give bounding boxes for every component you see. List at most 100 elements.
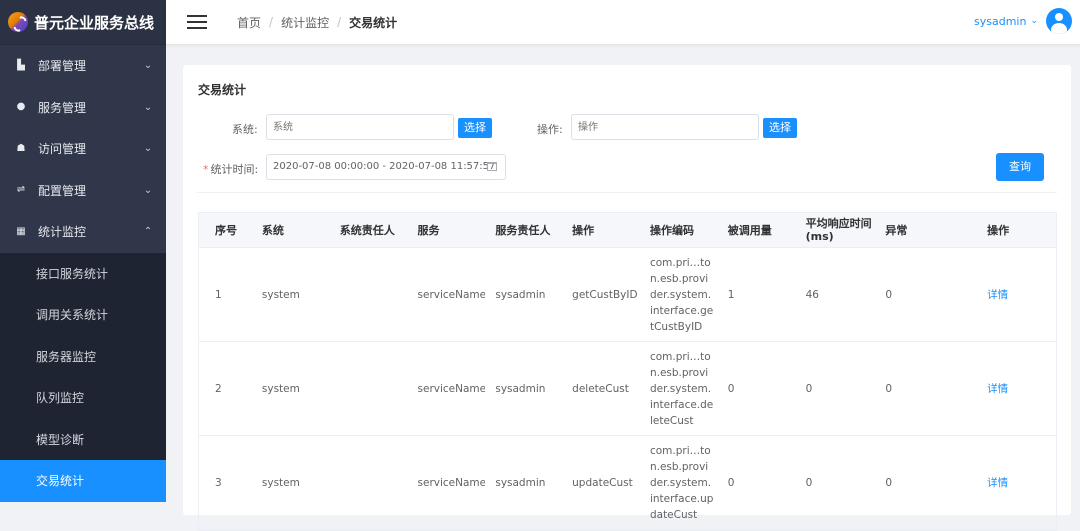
cell-no: 1 bbox=[215, 288, 222, 301]
sidebar-item-label: 统计监控 bbox=[38, 225, 87, 240]
breadcrumb-home[interactable]: 首页 bbox=[237, 14, 261, 31]
brand-bar: 普元企业服务总线 bbox=[0, 0, 166, 45]
cell-service-owner: sysadmin bbox=[495, 382, 546, 395]
cell-avg-response: 46 bbox=[805, 288, 819, 301]
sidebar-subitem-model-diagnosis[interactable]: 模型诊断 bbox=[0, 419, 166, 461]
user-menu[interactable]: sysadmin ⌄ bbox=[974, 8, 1072, 34]
cell-calls: 1 bbox=[727, 288, 735, 301]
required-mark: * bbox=[203, 163, 209, 176]
detail-link[interactable]: 详情 bbox=[977, 436, 1056, 529]
breadcrumb-monitor[interactable]: 统计监控 bbox=[281, 14, 329, 31]
cell-calls: 0 bbox=[727, 382, 735, 395]
cell-no: 2 bbox=[215, 382, 222, 395]
time-label-text: 统计时间: bbox=[210, 163, 259, 176]
table-header: 序号 系统 系统责任人 服务 服务责任人 操作 操作编码 被调用量 平均响应时间… bbox=[199, 213, 1056, 248]
th-calls: 被调用量 bbox=[727, 223, 772, 237]
cell-system: system bbox=[261, 476, 300, 489]
cell-avg-response: 0 bbox=[805, 382, 813, 395]
operation-select-button[interactable]: 选择 bbox=[763, 118, 797, 138]
cell-errors: 0 bbox=[885, 382, 893, 395]
table-row: 1 system serviceName sysadmin getCustByI… bbox=[199, 248, 1056, 342]
sidebar-subitem-server-monitor[interactable]: 服务器监控 bbox=[0, 336, 166, 378]
th-operation: 操作 bbox=[572, 223, 595, 237]
cell-system: system bbox=[261, 382, 300, 395]
chevron-down-icon: ⌄ bbox=[143, 184, 153, 196]
cell-operation: getCustByID bbox=[572, 288, 638, 301]
breadcrumb: 首页 / 统计监控 / 交易统计 bbox=[237, 14, 397, 31]
detail-link[interactable]: 详情 bbox=[977, 342, 1056, 435]
cell-operation: updateCust bbox=[572, 476, 633, 489]
sidebar-item-label: 配置管理 bbox=[38, 183, 87, 198]
sidebar-subitem-interface-stats[interactable]: 接口服务统计 bbox=[0, 253, 166, 295]
logo-icon bbox=[8, 12, 28, 32]
sidebar-item-service[interactable]: ● 服务管理 ⌄ bbox=[0, 87, 166, 129]
divider bbox=[197, 192, 1057, 193]
service-icon: ● bbox=[16, 101, 26, 113]
detail-link[interactable]: 详情 bbox=[977, 248, 1056, 341]
chevron-down-icon: ⌄ bbox=[143, 60, 153, 72]
cell-errors: 0 bbox=[885, 476, 893, 489]
app-title: 普元企业服务总线 bbox=[34, 13, 155, 32]
th-errors: 异常 bbox=[885, 223, 908, 237]
th-avg-response: 平均响应时间(ms) bbox=[805, 217, 872, 243]
top-header: 首页 / 统计监控 / 交易统计 sysadmin ⌄ bbox=[166, 0, 1080, 45]
sidebar-item-monitor[interactable]: ▦ 统计监控 ⌃ bbox=[0, 211, 166, 253]
th-service: 服务 bbox=[417, 223, 440, 237]
page-title: 交易统计 bbox=[198, 83, 247, 97]
system-input[interactable] bbox=[266, 114, 454, 140]
sidebar: 普元企业服务总线 ▙ 部署管理 ⌄ ● 服务管理 ⌄ ☗ 访问管理 ⌄ ⇌ 配置… bbox=[0, 0, 166, 502]
cell-operation-code: com.pri…ton.esb.provider.system.interfac… bbox=[649, 444, 714, 521]
cell-errors: 0 bbox=[885, 288, 893, 301]
chevron-down-icon: ⌄ bbox=[143, 101, 153, 113]
cell-service-owner: sysadmin bbox=[495, 288, 546, 301]
cell-operation-code: com.pri…ton.esb.provider.system.interfac… bbox=[649, 256, 714, 333]
cell-system-owner bbox=[330, 248, 408, 341]
sidebar-item-deploy[interactable]: ▙ 部署管理 ⌄ bbox=[0, 45, 166, 87]
query-button[interactable]: 查询 bbox=[996, 153, 1044, 181]
table-row: 2 system serviceName sysadmin deleteCust… bbox=[199, 342, 1056, 436]
th-service-owner: 服务责任人 bbox=[495, 223, 551, 237]
cell-operation: deleteCust bbox=[572, 382, 629, 395]
time-label: * 统计时间: bbox=[203, 161, 258, 177]
cell-service: serviceName bbox=[417, 476, 486, 489]
main-panel: 交易统计 系统: 选择 操作: 选择 *统计时间: 2020-07-08 00:… bbox=[183, 65, 1071, 531]
monitor-submenu: 接口服务统计 调用关系统计 服务器监控 队列监控 模型诊断 交易统计 bbox=[0, 252, 166, 502]
cell-system: system bbox=[261, 288, 300, 301]
monitor-icon: ▦ bbox=[16, 225, 26, 237]
sidebar-item-label: 部署管理 bbox=[38, 59, 87, 74]
date-range-input[interactable]: 2020-07-08 00:00:00 - 2020-07-08 11:57:5… bbox=[266, 154, 506, 180]
chevron-down-icon[interactable]: ⌄ bbox=[1030, 16, 1038, 26]
breadcrumb-current: 交易统计 bbox=[349, 15, 398, 30]
transaction-table: 序号 系统 系统责任人 服务 服务责任人 操作 操作编码 被调用量 平均响应时间… bbox=[198, 212, 1057, 531]
sidebar-item-config[interactable]: ⇌ 配置管理 ⌄ bbox=[0, 170, 166, 212]
deploy-icon: ▙ bbox=[17, 59, 25, 71]
date-range-value: 2020-07-08 00:00:00 - 2020-07-08 11:57:5… bbox=[273, 161, 496, 172]
th-system-owner: 系统责任人 bbox=[339, 223, 395, 237]
cell-service-owner: sysadmin bbox=[495, 476, 546, 489]
table-row: 3 system serviceName sysadmin updateCust… bbox=[199, 436, 1056, 530]
menu-toggle-icon[interactable] bbox=[187, 15, 207, 29]
chevron-down-icon: ⌄ bbox=[143, 143, 153, 155]
cell-service: serviceName bbox=[417, 288, 486, 301]
cell-no: 3 bbox=[215, 476, 222, 489]
operation-input[interactable] bbox=[571, 114, 759, 140]
operation-label: 操作: bbox=[537, 123, 563, 136]
cell-avg-response: 0 bbox=[805, 476, 813, 489]
cell-operation-code: com.pri…ton.esb.provider.system.interfac… bbox=[649, 350, 714, 427]
th-actions: 操作 bbox=[987, 223, 1010, 237]
cell-system-owner bbox=[330, 436, 408, 529]
breadcrumb-separator: / bbox=[337, 15, 342, 29]
sidebar-subitem-queue-monitor[interactable]: 队列监控 bbox=[0, 377, 166, 419]
access-icon: ☗ bbox=[16, 142, 26, 154]
cell-calls: 0 bbox=[727, 476, 735, 489]
sidebar-item-label: 访问管理 bbox=[38, 142, 87, 157]
sidebar-item-access[interactable]: ☗ 访问管理 ⌄ bbox=[0, 128, 166, 170]
user-name[interactable]: sysadmin bbox=[974, 15, 1026, 28]
chevron-up-icon: ⌃ bbox=[143, 226, 153, 238]
avatar[interactable] bbox=[1046, 8, 1072, 34]
cell-service: serviceName bbox=[417, 382, 486, 395]
config-icon: ⇌ bbox=[16, 184, 26, 196]
system-select-button[interactable]: 选择 bbox=[458, 118, 492, 138]
sidebar-subitem-transaction-stats[interactable]: 交易统计 bbox=[0, 460, 166, 502]
sidebar-subitem-call-relation[interactable]: 调用关系统计 bbox=[0, 294, 166, 336]
